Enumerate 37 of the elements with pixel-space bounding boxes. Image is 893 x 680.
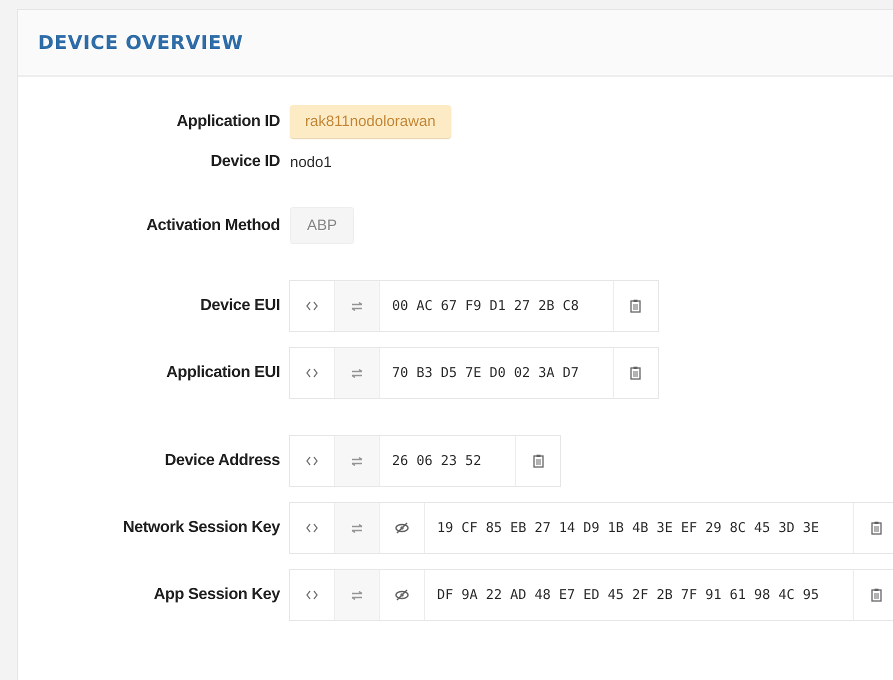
panel-title: DEVICE OVERVIEW <box>38 32 244 54</box>
byte-order-button[interactable] <box>335 348 380 398</box>
clipboard-icon <box>870 588 882 602</box>
key-value: DF 9A 22 AD 48 E7 ED 45 2F 2B 7F 91 61 98 4C 95 <box>436 586 820 605</box>
code-icon <box>306 590 318 600</box>
eye-slash-icon <box>395 589 409 601</box>
code-icon <box>306 301 318 311</box>
activation-tag: ABP <box>290 207 354 244</box>
field-value: nodo1 <box>290 154 332 170</box>
key-value: 19 CF 85 EB 27 14 D9 1B 4B 3E EF 29 8C 45 3D 3E <box>436 519 820 538</box>
field-label: Network Session Key <box>122 519 280 537</box>
clipboard-icon <box>870 521 882 535</box>
swap-icon <box>351 368 363 378</box>
field-label: Device Address <box>164 452 280 470</box>
code-icon <box>306 368 318 378</box>
field-label: Device ID <box>210 153 280 171</box>
byte-order-button[interactable] <box>335 436 380 486</box>
code-icon <box>306 523 318 533</box>
field-label: Application ID <box>176 112 280 130</box>
clipboard-icon <box>532 454 544 468</box>
swap-icon <box>351 302 363 310</box>
key-value: 00 AC 67 F9 D1 27 2B C8 <box>391 297 580 316</box>
byte-order-button[interactable] <box>335 281 380 331</box>
swap-icon <box>351 456 363 466</box>
key-value: 70 B3 D5 7E D0 02 3A D7 <box>391 364 580 383</box>
field-label: Activation Method <box>145 216 280 234</box>
clipboard-icon <box>630 366 642 380</box>
swap-icon <box>351 524 363 532</box>
swap-icon <box>351 590 363 600</box>
key-value: 26 06 23 52 <box>391 452 482 471</box>
field-label: App Session Key <box>152 586 280 604</box>
code-icon <box>306 456 318 466</box>
application-id-badge: rak811nodolorawan <box>290 105 451 138</box>
field-label: Device EUI <box>199 297 280 315</box>
clipboard-icon <box>630 299 642 313</box>
field-label: Application EUI <box>165 364 280 382</box>
eye-slash-icon <box>395 522 409 534</box>
